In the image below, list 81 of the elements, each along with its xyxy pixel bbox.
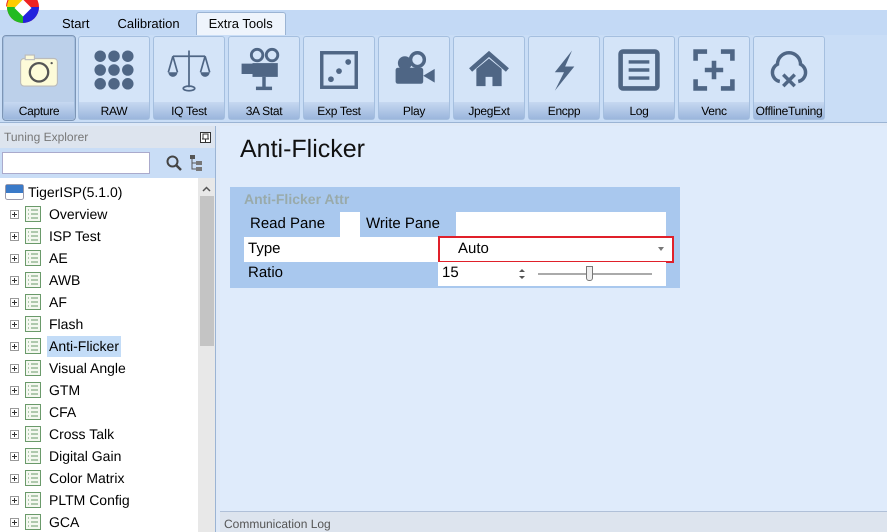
plus-frame-icon bbox=[691, 46, 737, 92]
tree-item[interactable]: Flash bbox=[47, 314, 86, 334]
dropdown-arrow-icon[interactable] bbox=[658, 247, 664, 251]
ribbon-button[interactable]: Capture bbox=[3, 36, 75, 120]
expand-icon[interactable] bbox=[10, 254, 19, 262]
tree-item[interactable]: CFA bbox=[47, 402, 78, 422]
expand-icon[interactable] bbox=[10, 452, 19, 460]
status-bar: Communication Log bbox=[220, 511, 887, 532]
group-header: Anti-Flicker Attr bbox=[243, 190, 350, 208]
list-icon bbox=[25, 206, 41, 222]
ribbon-button[interactable]: OfflineTuning bbox=[753, 36, 825, 120]
expand-icon[interactable] bbox=[10, 298, 19, 306]
list-icon bbox=[25, 426, 41, 442]
expand-icon[interactable] bbox=[10, 408, 19, 416]
ribbon-tab[interactable]: Calibration bbox=[105, 12, 192, 35]
list-icon bbox=[25, 492, 41, 508]
expand-icon[interactable] bbox=[10, 210, 19, 218]
ribbon-button[interactable]: Venc bbox=[678, 36, 750, 120]
page-title: Anti-Flicker bbox=[240, 134, 366, 165]
list-icon bbox=[616, 46, 662, 92]
tree-item[interactable]: ISP Test bbox=[47, 226, 103, 246]
list-icon bbox=[25, 360, 41, 376]
list-icon bbox=[25, 470, 41, 486]
expand-icon[interactable] bbox=[10, 496, 19, 504]
tree-item[interactable]: GTM bbox=[47, 380, 82, 400]
ribbon-button[interactable]: Play bbox=[378, 36, 450, 120]
ribbon-button[interactable]: Encpp bbox=[528, 36, 600, 120]
pin-icon[interactable] bbox=[200, 132, 211, 142]
tree-item[interactable]: Color Matrix bbox=[47, 468, 126, 488]
panel-title: Tuning Explorer bbox=[4, 129, 88, 146]
list-icon bbox=[25, 250, 41, 266]
field-label: Type bbox=[247, 238, 282, 259]
list-icon bbox=[25, 514, 41, 530]
tree-item[interactable]: PLTM Config bbox=[47, 490, 132, 510]
tree-item[interactable]: Digital Gain bbox=[47, 446, 124, 466]
ribbon-button[interactable]: 3A Stat bbox=[228, 36, 300, 120]
ribbon-tab[interactable]: Start bbox=[50, 12, 102, 35]
tree-item[interactable]: Visual Angle bbox=[47, 358, 128, 378]
tree-root[interactable]: TigerISP(5.1.0) bbox=[28, 182, 122, 202]
ribbon-button[interactable]: IQ Test bbox=[153, 36, 225, 120]
scroll-thumb[interactable] bbox=[200, 196, 214, 346]
expand-icon[interactable] bbox=[10, 386, 19, 394]
tree-item[interactable]: Anti-Flicker bbox=[47, 336, 122, 356]
tree-item[interactable]: Overview bbox=[47, 204, 110, 224]
list-icon bbox=[25, 228, 41, 244]
write-pane-tab[interactable]: Write Pane bbox=[360, 212, 456, 236]
tree-item[interactable]: Cross Talk bbox=[47, 424, 116, 444]
slider-thumb[interactable] bbox=[586, 266, 594, 280]
ribbon-button[interactable]: RAW bbox=[78, 36, 150, 120]
ribbon-tab[interactable]: Extra Tools bbox=[196, 12, 286, 35]
list-icon bbox=[25, 448, 41, 464]
ribbon-button[interactable]: Log bbox=[603, 36, 675, 120]
expand-icon[interactable] bbox=[10, 320, 19, 328]
app-node-icon bbox=[5, 184, 24, 200]
scroll-up-icon[interactable] bbox=[202, 186, 211, 192]
tree-item[interactable]: AF bbox=[47, 292, 69, 312]
list-icon bbox=[25, 404, 41, 420]
search-icon[interactable] bbox=[166, 155, 182, 171]
expand-icon[interactable] bbox=[10, 364, 19, 372]
type-dropdown[interactable]: Auto bbox=[438, 236, 674, 262]
list-icon bbox=[25, 294, 41, 310]
ribbon-button[interactable]: Exp Test bbox=[303, 36, 375, 120]
search-field[interactable] bbox=[2, 152, 150, 174]
tree-item[interactable]: AE bbox=[47, 248, 70, 268]
ribbon-button[interactable]: JpegExt bbox=[453, 36, 525, 120]
scrollbar[interactable] bbox=[198, 178, 215, 532]
tree-view-icon[interactable] bbox=[190, 155, 204, 171]
field-label: Ratio bbox=[247, 263, 284, 284]
expand-icon[interactable] bbox=[10, 430, 19, 438]
list-icon bbox=[25, 382, 41, 398]
tree-item[interactable]: GCA bbox=[47, 512, 82, 532]
expand-icon[interactable] bbox=[10, 518, 19, 526]
expand-icon[interactable] bbox=[10, 232, 19, 240]
tree-item[interactable]: AWB bbox=[47, 270, 82, 290]
expand-icon[interactable] bbox=[10, 342, 19, 350]
read-pane-tab[interactable]: Read Pane bbox=[244, 212, 340, 236]
list-icon bbox=[25, 338, 41, 354]
expand-icon[interactable] bbox=[10, 276, 19, 284]
list-icon bbox=[25, 316, 41, 332]
list-icon bbox=[25, 272, 41, 288]
expand-icon[interactable] bbox=[10, 474, 19, 482]
